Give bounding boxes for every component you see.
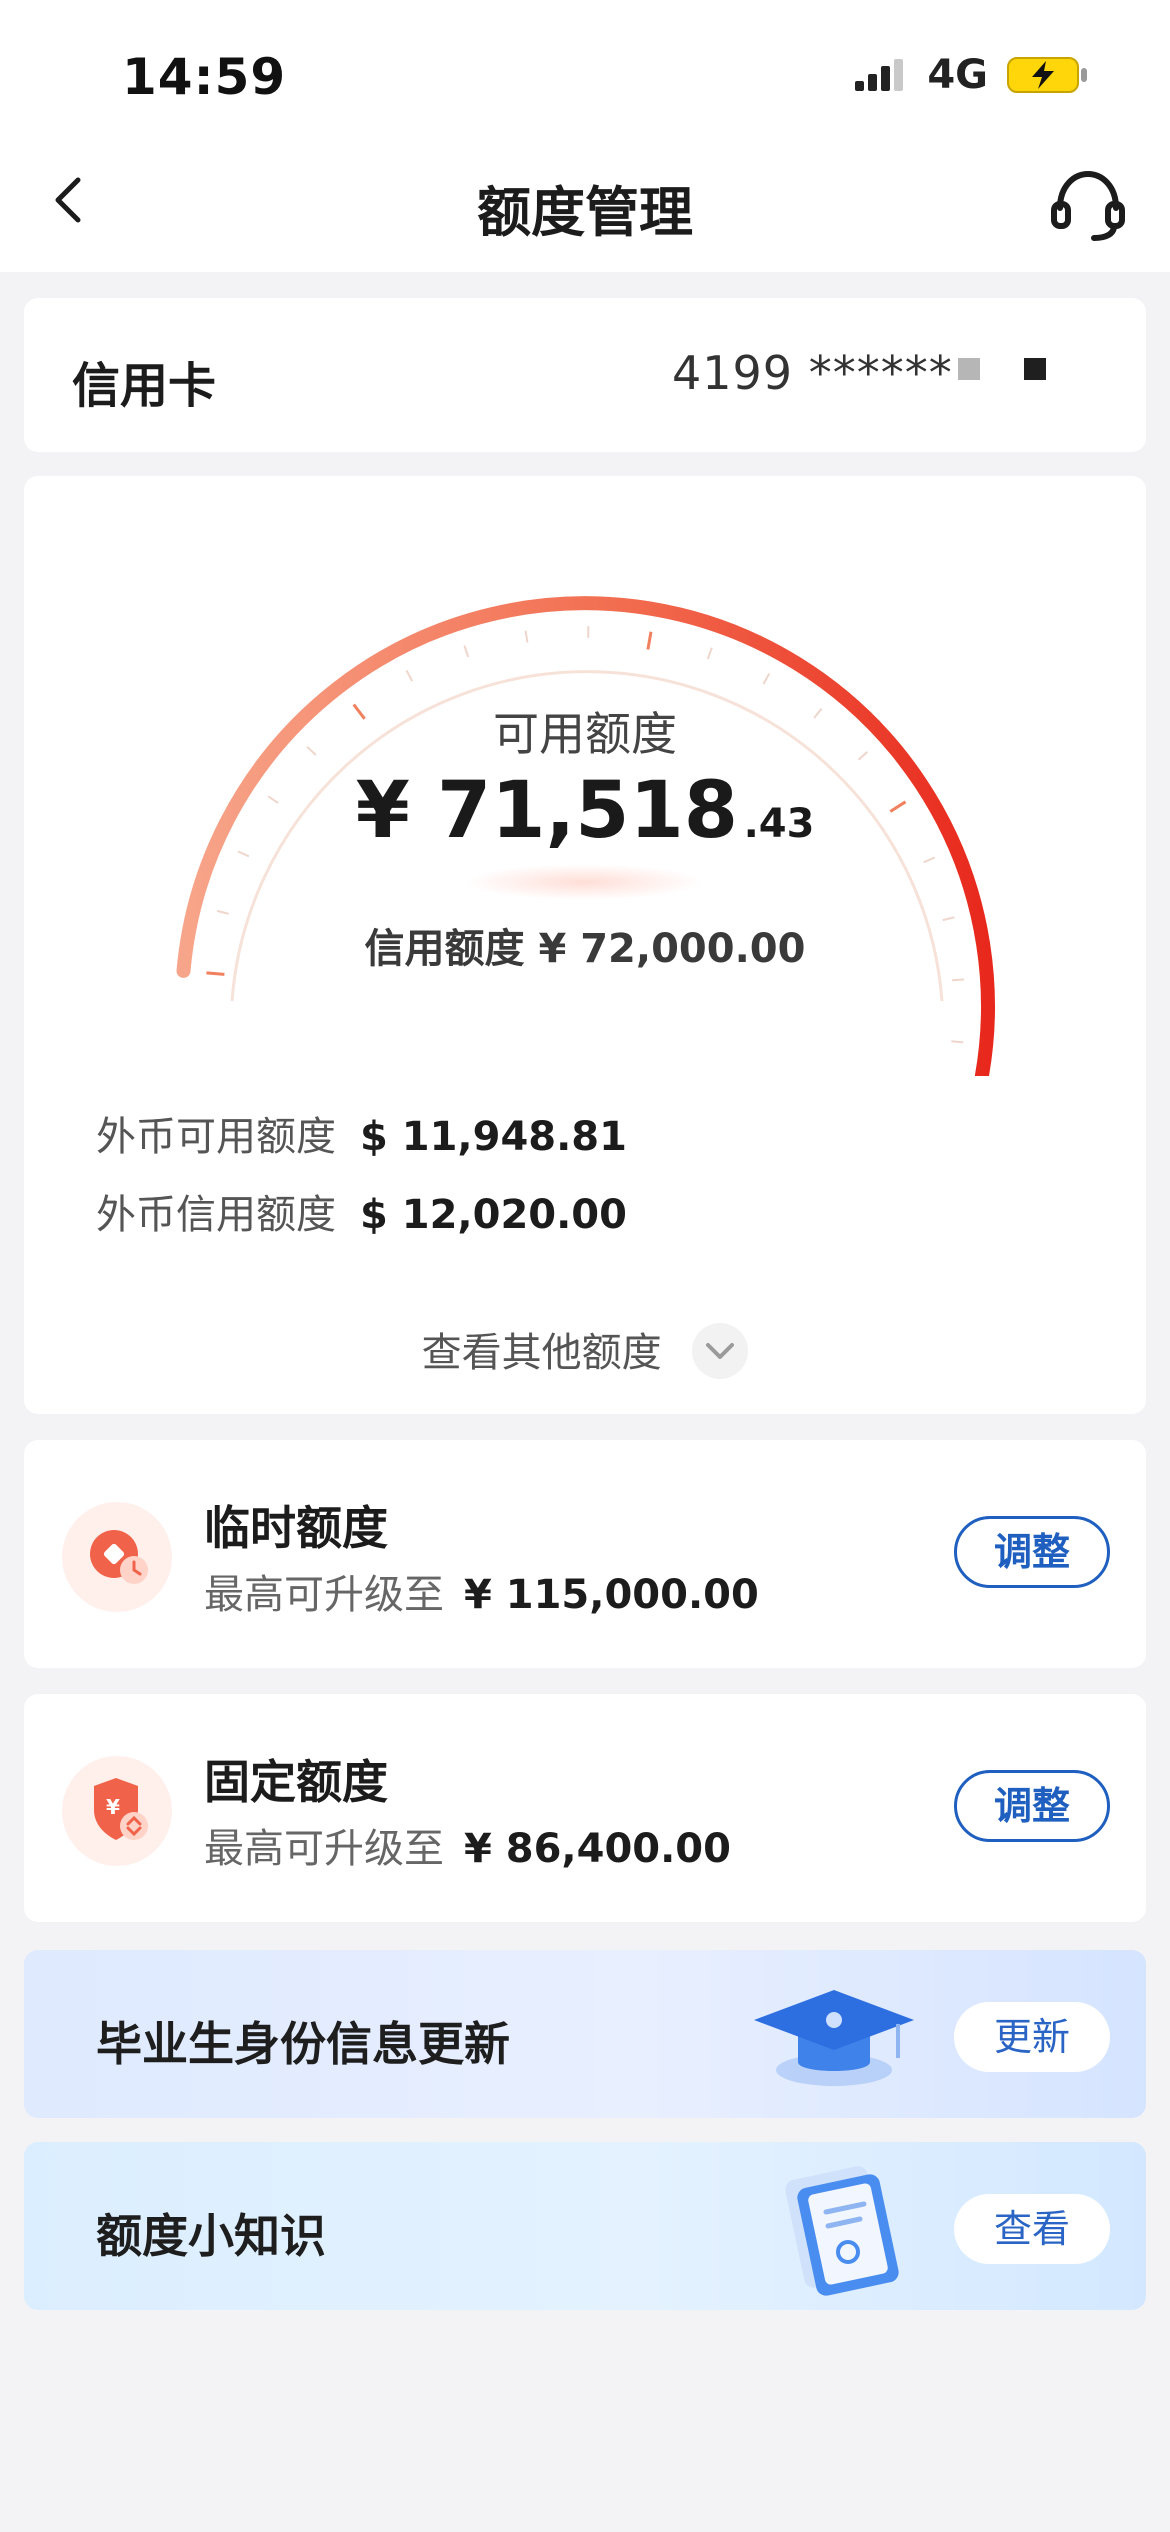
account-card[interactable]: 信用卡 4199 ****** [24, 298, 1146, 452]
fx-available-value: $ 11,948.81 [360, 1114, 627, 1160]
gauge-tick [524, 630, 529, 643]
gauge-tick [951, 1040, 964, 1044]
fixed-limit-sub: 最高可升级至 ¥ 86,400.00 [204, 1816, 731, 1874]
gauge-tick [952, 978, 965, 982]
status-time: 14:59 [122, 48, 287, 106]
fixed-limit-title: 固定额度 [204, 1755, 388, 1809]
graduate-update-banner[interactable]: 毕业生身份信息更新 更新 [24, 1950, 1146, 2118]
status-indicators: 4G [853, 52, 1090, 98]
graduation-cap-icon [754, 1990, 914, 2086]
graduate-banner-title: 毕业生身份信息更新 [96, 2017, 510, 2071]
available-amount-main: ¥ 71,518 [355, 766, 738, 856]
gauge-tick [405, 670, 414, 682]
fx-credit-row: 外币信用额度 $ 12,020.00 [96, 1182, 627, 1240]
clock-coin-icon [62, 1502, 172, 1612]
fx-available-row: 外币可用额度 $ 11,948.81 [96, 1104, 627, 1162]
svg-text:¥: ¥ [106, 1795, 120, 1819]
view-more-label: 查看其他额度 [421, 1330, 662, 1376]
chevron-down-icon [692, 1323, 749, 1379]
graduate-update-button[interactable]: 更新 [954, 2002, 1110, 2072]
gauge-tick [762, 673, 771, 685]
fx-available-label: 外币可用额度 [96, 1114, 336, 1160]
fixed-limit-adjust-button[interactable]: 调整 [954, 1770, 1110, 1842]
signal-icon [855, 59, 904, 91]
temp-limit-max-value: ¥ 115,000.00 [464, 1572, 759, 1618]
fixed-limit-card: ¥ 固定额度 最高可升级至 ¥ 86,400.00 调整 [24, 1694, 1146, 1922]
masked-digit-block [1024, 358, 1046, 380]
page-title: 额度管理 [477, 181, 693, 244]
gauge-tick [463, 645, 470, 658]
card-number: 4199 ****** [672, 346, 953, 400]
fx-credit-label: 外币信用额度 [96, 1192, 336, 1238]
temp-limit-card: 临时额度 最高可升级至 ¥ 115,000.00 调整 [24, 1440, 1146, 1668]
tips-banner-title: 额度小知识 [96, 2209, 326, 2263]
temp-limit-sub-label: 最高可升级至 [204, 1572, 444, 1618]
fixed-limit-sub-label: 最高可升级至 [204, 1826, 444, 1872]
view-more-limits[interactable]: 查看其他额度 [24, 1320, 1146, 1383]
temp-limit-title: 临时额度 [204, 1501, 388, 1555]
masked-digit-block [958, 358, 980, 380]
card-type-label: 信用卡 [72, 358, 217, 414]
temp-limit-adjust-button[interactable]: 调整 [954, 1516, 1110, 1588]
clipboard-icon [785, 2166, 899, 2296]
credit-line: 信用额度 ¥ 72,000.00 [364, 926, 806, 972]
headset-icon[interactable] [1048, 166, 1128, 244]
temp-limit-sub: 最高可升级至 ¥ 115,000.00 [204, 1562, 759, 1620]
nav-bar: 额度管理 [0, 130, 1170, 272]
shield-yuan-icon: ¥ [62, 1756, 172, 1866]
gauge-tick [923, 856, 936, 864]
battery-charging-icon [1007, 57, 1087, 93]
network-label: 4G [927, 52, 988, 98]
available-amount-decimal: .43 [743, 801, 815, 847]
available-label: 可用额度 [493, 707, 677, 761]
available-amount: ¥ 71,518 .43 [24, 766, 1146, 856]
fixed-limit-max-value: ¥ 86,400.00 [464, 1826, 731, 1872]
limit-card: 可用额度 ¥ 71,518 .43 信用额度 ¥ 72,000.00 外币可用额… [24, 476, 1146, 1414]
tips-view-button[interactable]: 查看 [954, 2194, 1110, 2264]
fx-credit-value: $ 12,020.00 [360, 1192, 627, 1238]
gauge-tick [216, 909, 229, 915]
gauge-tick [646, 631, 653, 650]
status-bar: 14:59 4G [0, 0, 1170, 150]
amount-glow [464, 864, 704, 900]
gauge-tick [706, 647, 713, 660]
limit-tips-banner[interactable]: 额度小知识 查看 [24, 2142, 1146, 2310]
